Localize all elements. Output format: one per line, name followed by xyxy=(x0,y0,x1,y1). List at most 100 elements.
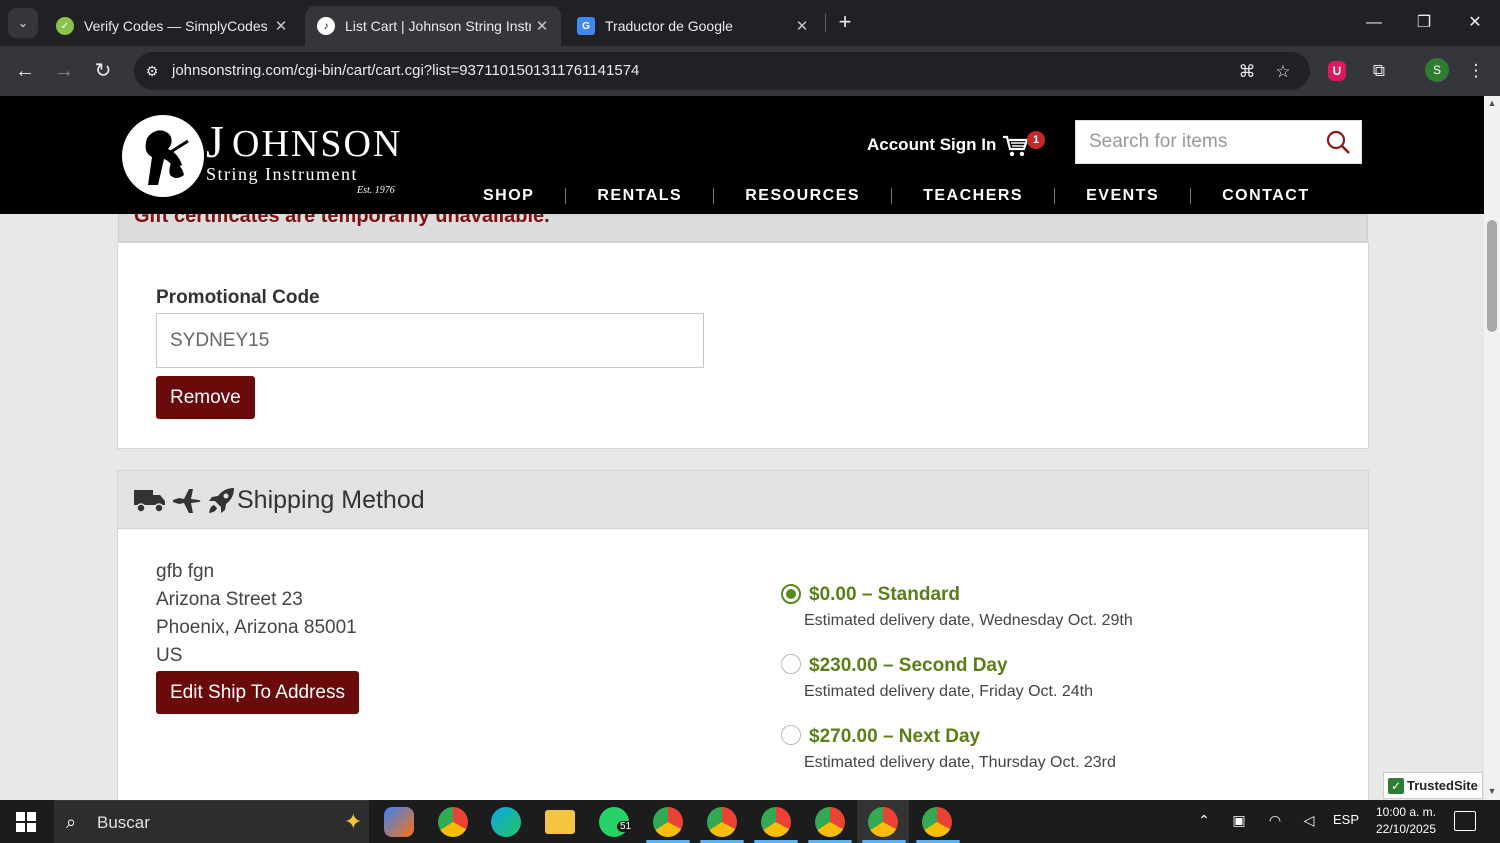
copilot-app-icon[interactable] xyxy=(384,807,414,837)
main-nav: SHOP RENTALS RESOURCES TEACHERS EVENTS C… xyxy=(452,186,1341,206)
nav-shop[interactable]: SHOP xyxy=(452,187,565,205)
address-bar[interactable]: ⚙ johnsonstring.com/cgi-bin/cart/cart.cg… xyxy=(134,52,1310,90)
tab-close-icon[interactable]: ✕ xyxy=(270,17,292,35)
remove-promo-button[interactable]: Remove xyxy=(156,376,255,419)
back-icon[interactable]: ← xyxy=(10,56,40,86)
extensions-puzzle-icon[interactable]: ⧉ xyxy=(1366,58,1392,84)
browser-menu-icon[interactable]: ⋮ xyxy=(1463,58,1489,84)
restore-icon[interactable]: ❐ xyxy=(1401,8,1447,38)
page-scrollbar[interactable]: ▲ ▼ xyxy=(1484,96,1500,800)
tray-overflow-chevron-icon[interactable]: ⌃ xyxy=(1195,812,1213,829)
logo-subtitle: String Instrument xyxy=(206,164,358,184)
chrome-profile-p-icon[interactable] xyxy=(922,807,952,837)
nav-teachers[interactable]: TEACHERS xyxy=(892,187,1054,205)
cart-count-badge: 1 xyxy=(1027,131,1045,149)
bookmark-star-icon[interactable]: ☆ xyxy=(1272,61,1294,83)
chrome-profile-s-icon[interactable] xyxy=(868,807,898,837)
windows-start-icon[interactable] xyxy=(16,812,36,832)
scrollbar-thumb[interactable] xyxy=(1487,220,1497,332)
tab-johnson-cart[interactable]: ♪ List Cart | Johnson String Instru ✕ xyxy=(305,6,561,46)
taskbar-search[interactable]: ⌕ Buscar ✦ xyxy=(54,800,369,843)
edge-app-icon[interactable] xyxy=(491,807,521,837)
file-explorer-icon[interactable] xyxy=(545,810,575,834)
extension-shield-icon[interactable]: U xyxy=(1328,61,1346,81)
site-search-input[interactable] xyxy=(1076,121,1316,163)
chrome-profile-g-icon[interactable] xyxy=(761,807,791,837)
clock-time: 10:00 a. m. xyxy=(1375,805,1437,819)
tab-google-translate[interactable]: G Traductor de Google ✕ xyxy=(565,6,821,46)
truck-icon xyxy=(134,490,165,513)
promo-code-label: Promotional Code xyxy=(156,287,320,308)
search-icon[interactable] xyxy=(1325,129,1351,155)
chrome-profile-c2-icon[interactable] xyxy=(707,807,737,837)
cart-page: Gift certificates are temporarily unavai… xyxy=(0,214,1484,800)
tab-close-icon[interactable]: ✕ xyxy=(531,17,553,35)
logo-letter-j: J xyxy=(206,116,224,167)
airplane-icon xyxy=(173,489,201,513)
nav-contact[interactable]: CONTACT xyxy=(1191,187,1341,205)
reload-icon[interactable]: ↻ xyxy=(88,56,118,86)
volume-icon[interactable]: ◁ xyxy=(1299,812,1319,829)
meet-now-icon[interactable]: ▣ xyxy=(1229,812,1249,829)
logo-wordmark: OHNSON xyxy=(232,123,403,165)
chrome-app-icon[interactable] xyxy=(438,807,468,837)
tab-label: Traductor de Google xyxy=(605,18,733,34)
copilot-sparkle-icon: ✦ xyxy=(344,809,363,834)
shipping-option-next-day-date: Estimated delivery date, Thursday Oct. 2… xyxy=(804,754,1116,771)
clock-date: 22/10/2025 xyxy=(1375,822,1437,836)
trustedsite-text: TrustedSite xyxy=(1407,778,1478,793)
site-search xyxy=(1075,120,1362,164)
scroll-down-arrow-icon[interactable]: ▼ xyxy=(1487,786,1497,796)
profile-avatar[interactable]: S xyxy=(1425,58,1449,82)
taskbar-search-label: Buscar xyxy=(97,813,150,832)
shipping-option-next-day-radio[interactable] xyxy=(781,725,801,745)
ship-address-name: gfb fgn xyxy=(156,561,215,582)
shipping-option-next-day-title[interactable]: $270.00 – Next Day xyxy=(809,726,980,748)
account-sign-in-link[interactable]: Account Sign In xyxy=(867,135,996,155)
site-info-icon[interactable]: ⚙ xyxy=(142,61,162,81)
gift-notice-text: Gift certificates are temporarily unavai… xyxy=(134,214,550,227)
close-window-icon[interactable]: ✕ xyxy=(1452,8,1498,38)
scroll-up-arrow-icon[interactable]: ▲ xyxy=(1487,98,1497,108)
language-indicator[interactable]: ESP xyxy=(1332,812,1360,827)
chrome-profile-user-icon[interactable] xyxy=(815,807,845,837)
chrome-profile-c-icon[interactable] xyxy=(653,807,683,837)
forward-icon[interactable]: → xyxy=(49,56,79,86)
translate-icon[interactable]: ⌘ xyxy=(1236,61,1258,83)
nav-events[interactable]: EVENTS xyxy=(1055,187,1190,205)
wifi-icon[interactable]: ◠ xyxy=(1265,812,1285,829)
notification-center-icon[interactable] xyxy=(1454,811,1476,831)
rocket-icon xyxy=(209,488,234,513)
trusted-check-icon: ✓ xyxy=(1388,777,1404,794)
shipping-option-second-day-date: Estimated delivery date, Friday Oct. 24t… xyxy=(804,683,1094,700)
ship-address-city: Phoenix, Arizona 85001 xyxy=(156,617,357,638)
tab-close-icon[interactable]: ✕ xyxy=(791,17,813,35)
site-header: J OHNSON String Instrument Est. 1976 Acc… xyxy=(0,96,1484,214)
google-translate-icon: G xyxy=(577,17,595,35)
shipping-option-second-day-radio[interactable] xyxy=(781,654,801,674)
cart-icon[interactable] xyxy=(1002,134,1030,158)
new-tab-button[interactable]: + xyxy=(832,10,858,36)
trustedsite-badge[interactable]: ✓ TrustedSite xyxy=(1383,772,1483,799)
shipping-option-second-day-title[interactable]: $230.00 – Second Day xyxy=(809,655,1008,677)
gift-certificate-notice: Gift certificates are temporarily unavai… xyxy=(118,214,1368,242)
minimize-icon[interactable]: — xyxy=(1351,8,1397,38)
browser-tab-strip: ⌄ ✓ Verify Codes — SimplyCodes ✕ ♪ List … xyxy=(0,0,1500,46)
taskbar-clock[interactable]: 10:00 a. m. 22/10/2025 xyxy=(1364,804,1448,838)
nav-resources[interactable]: RESOURCES xyxy=(714,187,891,205)
windows-taskbar: ⌕ Buscar ✦ 51 ⌃ ▣ ◠ ◁ ESP 10:00 a. m. 22… xyxy=(0,800,1500,843)
ship-address-country: US xyxy=(156,645,183,666)
tab-search-button[interactable]: ⌄ xyxy=(8,8,38,38)
browser-toolbar: ← → ↻ ⚙ johnsonstring.com/cgi-bin/cart/c… xyxy=(0,46,1500,96)
shipping-method-header: Shipping Method xyxy=(118,471,1368,529)
edit-ship-address-button[interactable]: Edit Ship To Address xyxy=(156,671,359,714)
nav-rentals[interactable]: RENTALS xyxy=(566,187,713,205)
tab-label: List Cart | Johnson String Instru xyxy=(345,18,531,34)
shipping-option-standard-radio[interactable] xyxy=(781,584,801,604)
shipping-method-panel: Shipping Method gfb fgn Arizona Street 2… xyxy=(117,470,1369,800)
promo-code-input[interactable] xyxy=(156,313,704,368)
johnson-logo[interactable]: J OHNSON String Instrument Est. 1976 xyxy=(122,115,402,199)
shipping-option-standard-title[interactable]: $0.00 – Standard xyxy=(809,584,960,606)
tab-simplycodes[interactable]: ✓ Verify Codes — SimplyCodes ✕ xyxy=(44,6,300,46)
promo-code-panel: Promotional Code Remove xyxy=(117,242,1369,449)
